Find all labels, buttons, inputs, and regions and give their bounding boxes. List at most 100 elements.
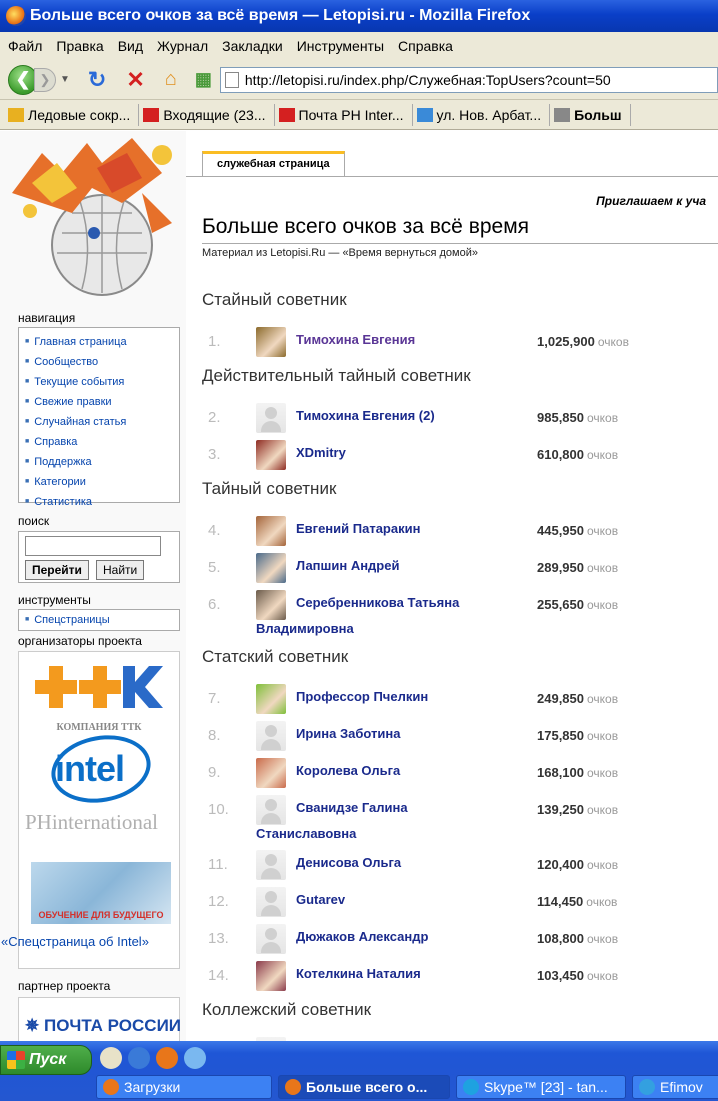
bookmark-label: ул. Нов. Арбат... — [436, 106, 542, 123]
user-name-link[interactable]: Евгений Патаракин — [296, 521, 420, 536]
user-row: 5. Лапшин Андрей 289,950 очков — [0, 553, 718, 583]
tab-special-page[interactable]: служебная страница — [202, 151, 345, 177]
window-titlebar[interactable]: Больше всего очков за всё время — Letopi… — [0, 0, 718, 32]
bookmark-label: Почта PH Inter... — [298, 106, 404, 123]
taskbar-item[interactable]: Больше всего о... — [278, 1075, 450, 1099]
points-value: 249,850 очков — [537, 691, 619, 706]
bookmark-item[interactable]: Входящие (23... — [139, 103, 275, 126]
user-name-link[interactable]: Профессор Пчелкин — [296, 689, 428, 704]
taskbar-item-icon — [639, 1079, 655, 1095]
user-name-link[interactable]: Тимохина Евгения (2) — [296, 408, 435, 423]
media-player-icon[interactable] — [128, 1047, 150, 1069]
user-name-link[interactable]: Сванидзе Галина — [296, 800, 408, 815]
menu-item[interactable]: Инструменты — [297, 38, 384, 54]
site-logo[interactable] — [2, 133, 184, 303]
user-row: 2. Тимохина Евгения (2) 985,850 очков — [0, 403, 718, 433]
history-dropdown-icon[interactable]: ▼ — [60, 74, 70, 85]
user-avatar[interactable] — [256, 758, 286, 788]
nav-link[interactable]: Категории — [25, 472, 173, 492]
points-value: 289,950 очков — [537, 560, 619, 575]
taskbar-item[interactable]: Skype™ [23] - tan... — [456, 1075, 626, 1099]
user-name-continuation[interactable]: Станиславовна — [256, 826, 356, 841]
user-avatar[interactable] — [256, 795, 286, 825]
points-value: 103,450 очков — [537, 968, 619, 983]
points-value: 120,400 очков — [537, 857, 619, 872]
eagle-icon: ✵ — [25, 1016, 40, 1035]
rank-heading: Действительный тайный советник — [202, 366, 471, 385]
rank-heading: Коллежский советник — [202, 1000, 372, 1019]
menu-item[interactable]: Правка — [56, 38, 103, 54]
user-name-link[interactable]: Ирина Заботина — [296, 726, 400, 741]
reload-icon[interactable]: ↻ — [88, 67, 106, 93]
nav-link[interactable]: Статистика — [25, 492, 173, 512]
firefox-launch-icon[interactable] — [156, 1047, 178, 1069]
taskbar-item-icon — [285, 1079, 301, 1095]
user-name-link[interactable]: Gutarev — [296, 892, 345, 907]
user-name-continuation[interactable]: Владимировна — [256, 621, 354, 636]
page-icon — [224, 71, 239, 88]
menu-item[interactable]: Закладки — [222, 38, 283, 54]
show-desktop-icon[interactable] — [100, 1047, 122, 1069]
rank-number: 1. — [208, 333, 221, 350]
bookmark-label: Ледовые сокр... — [28, 106, 131, 123]
taskbar-item-label: Загрузки — [124, 1079, 181, 1095]
menu-item[interactable]: Справка — [398, 38, 453, 54]
user-row: 14. Котелкина Наталия 103,450 очков — [0, 961, 718, 991]
stop-icon[interactable]: ✕ — [126, 67, 144, 93]
user-avatar[interactable] — [256, 553, 286, 583]
user-avatar[interactable] — [256, 850, 286, 880]
taskbar: Пуск Загрузки Больше всего о... Skype™ [23… — [0, 1041, 718, 1101]
pochta-rossii-logo[interactable]: ✵ ПОЧТА РОССИИ — [25, 1016, 181, 1036]
rank-number: 14. — [208, 967, 229, 984]
windows-logo-icon — [7, 1051, 25, 1069]
user-avatar[interactable] — [256, 721, 286, 751]
menu-item[interactable]: Вид — [118, 38, 143, 54]
user-avatar[interactable] — [256, 516, 286, 546]
forward-button[interactable]: ❯ — [34, 67, 56, 92]
start-button[interactable]: Пуск — [0, 1045, 92, 1075]
points-value: 985,850 очков — [537, 410, 619, 425]
user-avatar[interactable] — [256, 403, 286, 433]
menu-item[interactable]: Журнал — [157, 38, 208, 54]
bookmark-item[interactable]: Ледовые сокр... — [4, 103, 140, 126]
user-name-link[interactable]: Дюжаков Александр — [296, 929, 428, 944]
bookmark-item[interactable]: Почта PH Inter... — [275, 103, 413, 126]
nav-link[interactable]: Текущие события — [25, 372, 173, 392]
taskbar-item[interactable]: Загрузки — [96, 1075, 272, 1099]
bookmark-item[interactable]: Больш — [550, 103, 631, 126]
organizers-title: организаторы проекта — [18, 634, 142, 648]
user-name-link[interactable]: Серебренникова Татьяна — [296, 595, 459, 610]
points-value: 108,800 очков — [537, 931, 619, 946]
taskbar-item[interactable]: Efimov — [632, 1075, 718, 1099]
partner-box: ✵ ПОЧТА РОССИИ — [18, 997, 181, 1041]
bookmark-item[interactable]: ул. Нов. Арбат... — [413, 103, 551, 126]
user-avatar[interactable] — [256, 327, 286, 357]
menu-item[interactable]: Файл — [8, 38, 42, 54]
rank-number: 12. — [208, 893, 229, 910]
points-unit: очков — [587, 524, 619, 538]
user-row: 8. Ирина Заботина 175,850 очков — [0, 721, 718, 751]
home-icon[interactable]: ⌂ — [165, 68, 177, 91]
points-value: 139,250 очков — [537, 802, 619, 817]
user-avatar[interactable] — [256, 961, 286, 991]
user-avatar[interactable] — [256, 924, 286, 954]
bookmark-add-icon[interactable]: ▦ — [195, 69, 212, 90]
user-avatar[interactable] — [256, 887, 286, 917]
user-row: 9. Королева Ольга 168,100 очков — [0, 758, 718, 788]
user-avatar[interactable] — [256, 440, 286, 470]
points-value: 175,850 очков — [537, 728, 619, 743]
page-subtitle: Материал из Letopisi.Ru — «Время вернуть… — [202, 247, 478, 259]
user-name-link[interactable]: Денисова Ольга — [296, 855, 401, 870]
ie-icon[interactable] — [184, 1047, 206, 1069]
user-name-link[interactable]: Тимохина Евгения — [296, 332, 415, 347]
rank-number: 7. — [208, 690, 221, 707]
url-bar[interactable]: http://letopisi.ru/index.php/Служебная:T… — [219, 66, 718, 93]
user-avatar[interactable] — [256, 590, 286, 620]
rank-number: 6. — [208, 596, 221, 613]
user-name-link[interactable]: Лапшин Андрей — [296, 558, 399, 573]
points-value: 255,650 очков — [537, 597, 619, 612]
user-name-link[interactable]: Котелкина Наталия — [296, 966, 421, 981]
user-name-link[interactable]: Королева Ольга — [296, 763, 400, 778]
user-avatar[interactable] — [256, 684, 286, 714]
user-name-link[interactable]: XDmitry — [296, 445, 346, 460]
